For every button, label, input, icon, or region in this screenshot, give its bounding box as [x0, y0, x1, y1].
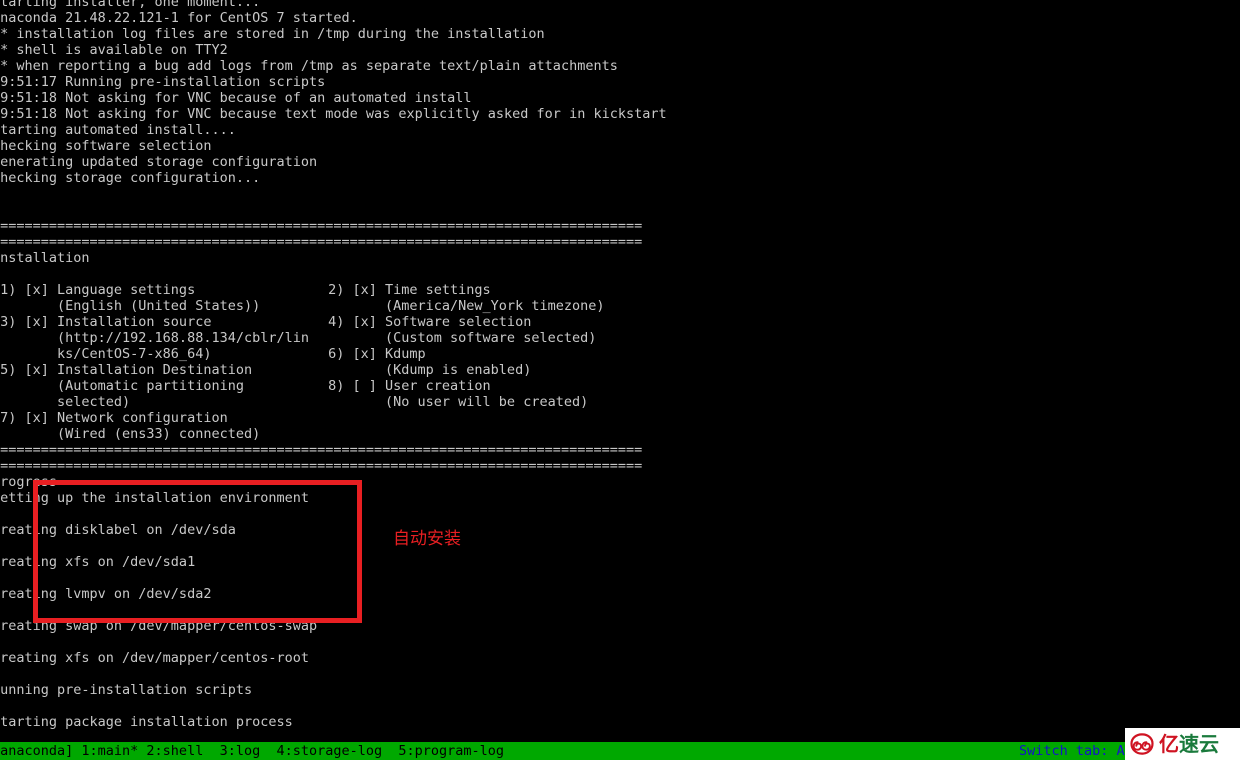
progress-line: Setting up the installation environment [0, 490, 309, 506]
menu-value-user-creation: (No user will be created) [320, 394, 589, 410]
menu-row: (http://192.168.88.134/cblr/lin (Custom … [0, 330, 1240, 346]
menu-value-language: (English (United States)) [0, 298, 261, 314]
menu-value-installation-destination: (Automatic partitioning [0, 378, 244, 394]
progress-line [0, 698, 1240, 714]
menu-item-language-settings[interactable]: 1) [x] Language settings [0, 282, 195, 298]
progress-line: Creating xfs on /dev/mapper/centos-root [0, 650, 309, 666]
watermark-text: 亿速云 [1159, 733, 1219, 755]
menu-row: 1) [x] Language settings 2) [x] Time set… [0, 282, 1240, 298]
console-text-plane: Starting installer, one moment... anacon… [0, 0, 1240, 730]
progress-line [0, 538, 1240, 554]
menu-item-installation-source[interactable]: 3) [x] Installation source [0, 314, 211, 330]
menu-item-user-creation[interactable]: 8) [ ] User creation [320, 378, 491, 394]
menu-value-timezone: (America/New_York timezone) [320, 298, 605, 314]
status-bar-tabs[interactable]: [anaconda] 1:main* 2:shell 3:log 4:stora… [0, 742, 504, 760]
menu-item-software-selection[interactable]: 4) [x] Software selection [320, 314, 531, 330]
console-line: Checking storage configuration... [0, 170, 261, 186]
console-line: * shell is available on TTY2 [0, 42, 228, 58]
console-separator: ========================================… [0, 218, 643, 234]
progress-line: Creating swap on /dev/mapper/centos-swap [0, 618, 318, 634]
progress-section-title: Progress [0, 474, 58, 490]
menu-row: (Automatic partitioning 8) [ ] User crea… [0, 378, 1240, 394]
progress-line [0, 666, 1240, 682]
menu-row: (Wired (ens33) connected) [0, 426, 1240, 442]
menu-value-installation-source-url: (http://192.168.88.134/cblr/lin [0, 330, 309, 346]
menu-item-network-configuration[interactable]: 7) [x] Network configuration [0, 410, 228, 426]
menu-item-installation-destination[interactable]: 5) [x] Installation Destination [0, 362, 252, 378]
console-line: Starting automated install.... [0, 122, 236, 138]
watermark: 亿速云 [1125, 728, 1240, 760]
menu-row: 5) [x] Installation Destination (Kdump i… [0, 362, 1240, 378]
menu-row: 7) [x] Network configuration [0, 410, 1240, 426]
menu-value-network-configuration: (Wired (ens33) connected) [0, 426, 261, 442]
watermark-text-prefix: 亿 [1159, 732, 1179, 756]
progress-line [0, 570, 1240, 586]
menu-value-software-selection: (Custom software selected) [320, 330, 597, 346]
menu-value-kdump: (Kdump is enabled) [320, 362, 532, 378]
menu-row: ks/CentOS-7-x86_64) 6) [x] Kdump [0, 346, 1240, 362]
menu-item-time-settings[interactable]: 2) [x] Time settings [320, 282, 491, 298]
progress-line: Creating xfs on /dev/sda1 [0, 554, 196, 570]
console-line: Starting installer, one moment... [0, 0, 261, 10]
progress-line [0, 634, 1240, 650]
menu-value-installation-destination-cont: selected) [0, 394, 131, 410]
console-separator: ========================================… [0, 458, 643, 474]
menu-item-kdump[interactable]: 6) [x] Kdump [320, 346, 426, 362]
terminal-screen[interactable]: Starting installer, one moment... anacon… [0, 0, 1240, 742]
progress-line [0, 602, 1240, 618]
progress-line: Creating lvmpv on /dev/sda2 [0, 586, 212, 602]
menu-row: 3) [x] Installation source 4) [x] Softwa… [0, 314, 1240, 330]
progress-line [0, 506, 1240, 522]
console-line: * when reporting a bug add logs from /tm… [0, 58, 618, 74]
console-separator: ========================================… [0, 234, 643, 250]
menu-value-installation-source-url-cont: ks/CentOS-7-x86_64) [0, 346, 212, 362]
installation-section-title: Installation [0, 250, 90, 266]
console-line: * installation log files are stored in /… [0, 26, 545, 42]
console-separator: ========================================… [0, 442, 643, 458]
console-line: Generating updated storage configuration [0, 154, 318, 170]
watermark-text-suffix: 速云 [1179, 732, 1219, 756]
annotation-label: 自动安装 [393, 529, 461, 549]
cloud-logo-icon [1130, 733, 1154, 755]
menu-row: (English (United States)) (America/New_Y… [0, 298, 1240, 314]
console-line: 09:51:18 Not asking for VNC because text… [0, 106, 667, 122]
console-line: 09:51:17 Running pre-installation script… [0, 74, 326, 90]
menu-row: selected) (No user will be created) [0, 394, 1240, 410]
progress-line: Running pre-installation scripts [0, 682, 253, 698]
console-line: anaconda 21.48.22.121-1 for CentOS 7 sta… [0, 10, 358, 26]
console-line: 09:51:18 Not asking for VNC because of a… [0, 90, 472, 106]
progress-line: Starting package installation process [0, 714, 293, 730]
progress-line: Creating disklabel on /dev/sda [0, 522, 236, 538]
status-bar[interactable]: [anaconda] 1:main* 2:shell 3:log 4:stora… [0, 742, 1240, 760]
console-line: Checking software selection [0, 138, 212, 154]
